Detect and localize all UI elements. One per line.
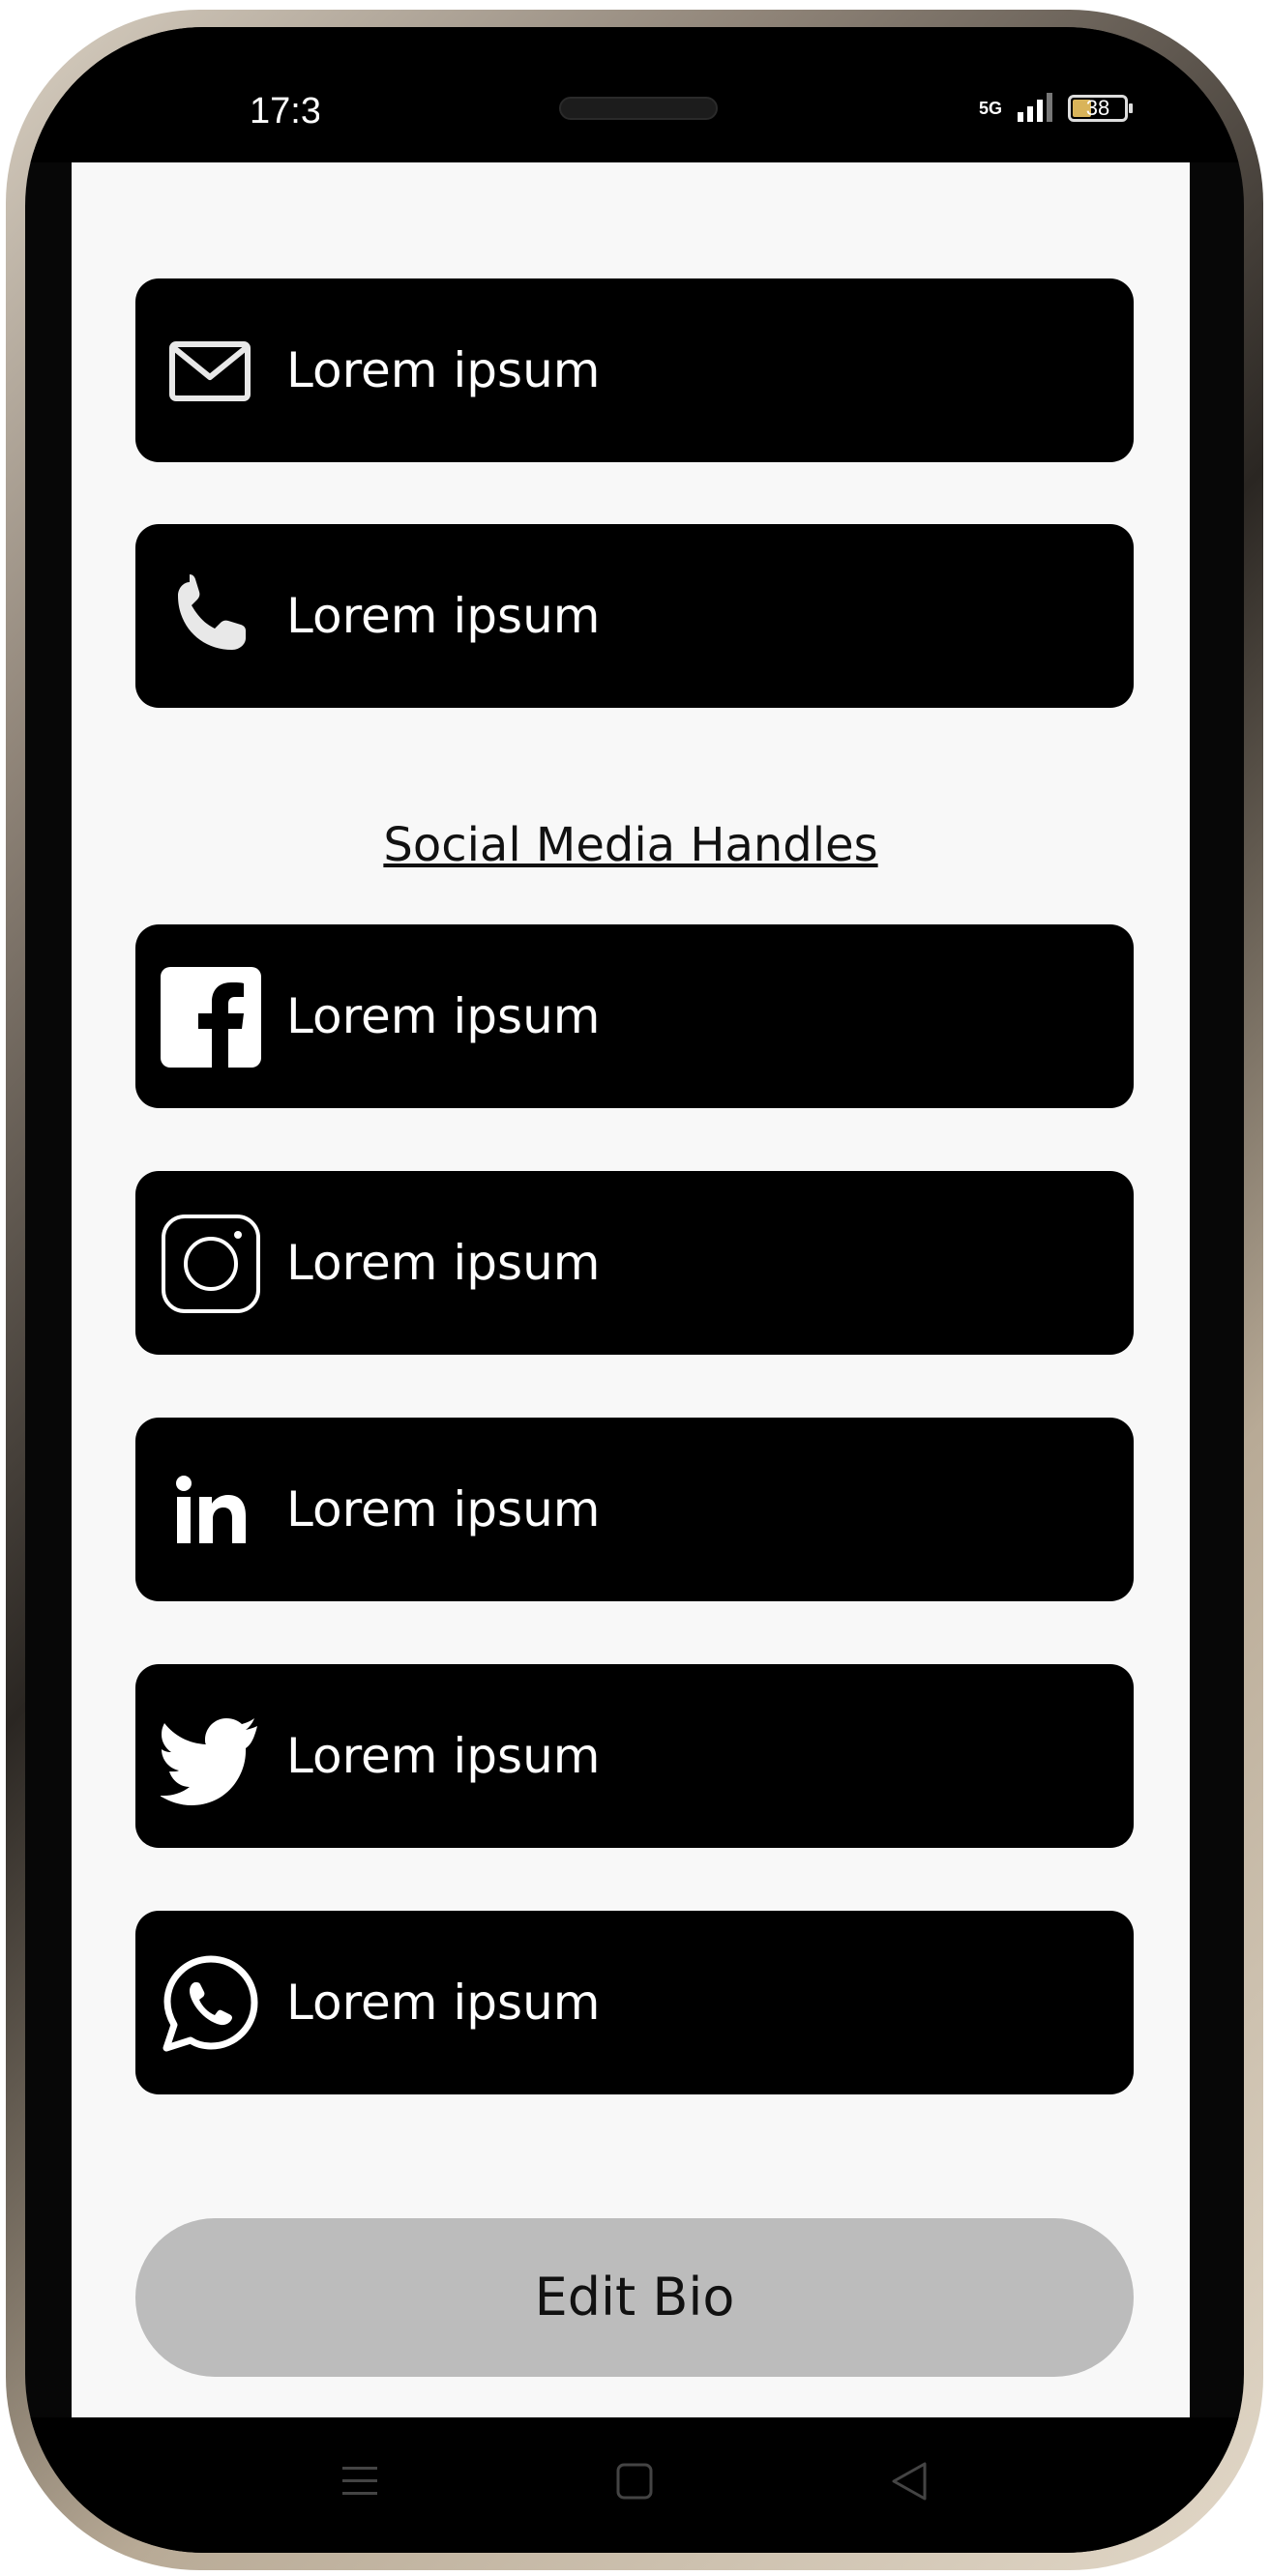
- email-card[interactable]: Lorem ipsum: [135, 278, 1134, 462]
- email-label: Lorem ipsum: [286, 342, 601, 398]
- signal-icon: [1016, 91, 1054, 126]
- status-time: 17:3: [250, 91, 321, 132]
- linkedin-icon: [161, 1460, 261, 1561]
- phone-label: Lorem ipsum: [286, 588, 601, 644]
- linkedin-label: Lorem ipsum: [286, 1481, 601, 1537]
- app-screen: Lorem ipsum Lorem ipsum Social Media Han…: [72, 162, 1190, 2417]
- back-triangle-icon[interactable]: [880, 2452, 938, 2510]
- twitter-icon: [161, 1707, 261, 1807]
- system-nav-bar: [25, 2417, 1244, 2553]
- facebook-label: Lorem ipsum: [286, 988, 601, 1044]
- battery-level: 38: [1085, 96, 1110, 120]
- edit-bio-button[interactable]: Edit Bio: [135, 2218, 1134, 2377]
- status-icons: 5G 38: [978, 91, 1133, 126]
- phone-card[interactable]: Lorem ipsum: [135, 524, 1134, 708]
- whatsapp-icon: [161, 1953, 261, 2054]
- mail-icon: [161, 321, 261, 422]
- camera-notch: [319, 27, 948, 178]
- facebook-icon: [161, 967, 261, 1068]
- whatsapp-label: Lorem ipsum: [286, 1975, 601, 2031]
- home-square-icon[interactable]: [606, 2452, 664, 2510]
- whatsapp-card[interactable]: Lorem ipsum: [135, 1911, 1134, 2094]
- speaker-grille: [559, 97, 718, 120]
- battery-icon: 38: [1068, 95, 1133, 122]
- instagram-label: Lorem ipsum: [286, 1235, 601, 1291]
- phone-bezel: 17:3 5G 38 Lorem ipsum Lorem ipsum Socia…: [25, 27, 1244, 2553]
- network-type: 5G: [978, 98, 1002, 118]
- menu-icon[interactable]: [331, 2452, 389, 2510]
- section-title-social: Social Media Handles: [383, 818, 878, 872]
- linkedin-card[interactable]: Lorem ipsum: [135, 1418, 1134, 1601]
- twitter-label: Lorem ipsum: [286, 1728, 601, 1784]
- facebook-card[interactable]: Lorem ipsum: [135, 924, 1134, 1108]
- twitter-card[interactable]: Lorem ipsum: [135, 1664, 1134, 1848]
- instagram-card[interactable]: Lorem ipsum: [135, 1171, 1134, 1355]
- phone-icon: [161, 567, 261, 667]
- instagram-icon: [161, 1214, 261, 1314]
- phone-frame: 17:3 5G 38 Lorem ipsum Lorem ipsum Socia…: [6, 10, 1263, 2570]
